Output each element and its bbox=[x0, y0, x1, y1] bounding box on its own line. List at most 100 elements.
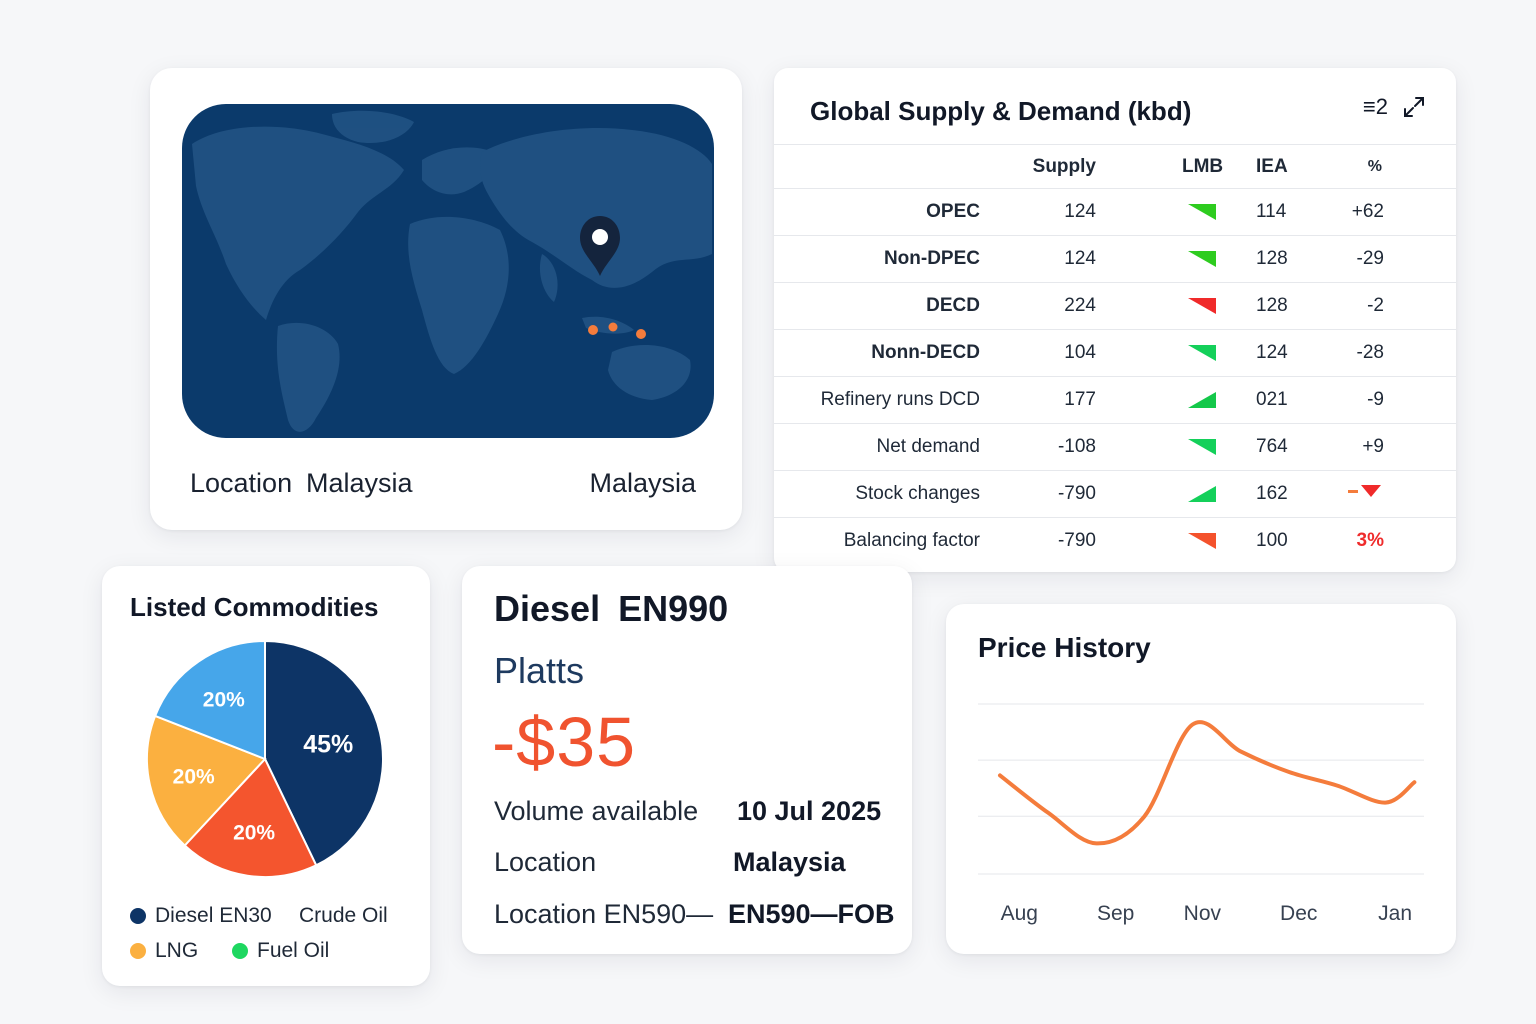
map-card: Location Malaysia Malaysia bbox=[150, 68, 742, 530]
diesel-quote-card: Diesel EN990 Platts -$35 Volume availabl… bbox=[462, 566, 912, 954]
row-percent: 3% bbox=[1356, 530, 1384, 551]
x-tick-label: Dec bbox=[1280, 902, 1317, 925]
row-supply: -790 bbox=[1057, 530, 1096, 551]
lmb-trend-icon bbox=[1186, 437, 1218, 457]
table-row[interactable]: Net demand -108 764 +9 bbox=[774, 423, 1456, 470]
commodities-pie-chart: 45% 20% 20% 20% bbox=[146, 640, 384, 878]
row-percent: +9 bbox=[1362, 436, 1384, 457]
pie-slice-label: 20% bbox=[203, 689, 245, 712]
delivery-location-value: EN590—FOB bbox=[728, 899, 895, 929]
column-header-percent[interactable]: % bbox=[1368, 158, 1382, 176]
pie-slice-label: 20% bbox=[233, 821, 275, 844]
row-supply: -790 bbox=[1057, 483, 1096, 504]
row-supply: -108 bbox=[1057, 436, 1096, 457]
location-value: Malaysia bbox=[306, 468, 413, 498]
legend-dot-fuel-oil bbox=[232, 943, 248, 959]
row-percent: -2 bbox=[1367, 295, 1384, 316]
port-dot[interactable] bbox=[636, 329, 646, 339]
commodities-title: Listed Commodities bbox=[130, 592, 379, 622]
supply-demand-table: Supply LMB IEA % OPEC 124 114 +62 Non-DPEC 12… bbox=[774, 144, 1456, 564]
table-row[interactable]: DECD 224 128 -2 bbox=[774, 282, 1456, 329]
x-tick-label: Sep bbox=[1097, 902, 1134, 925]
table-row[interactable]: Balancing factor -790 100 3% bbox=[774, 517, 1456, 564]
row-supply: 124 bbox=[1064, 248, 1096, 269]
row-name: OPEC bbox=[926, 201, 980, 222]
row-supply: 104 bbox=[1064, 342, 1096, 363]
row-percent: -9 bbox=[1367, 389, 1384, 410]
row-name: Refinery runs DCD bbox=[820, 389, 980, 410]
table-row[interactable]: Non-DPEC 124 128 -29 bbox=[774, 235, 1456, 282]
table-header-row: Supply LMB IEA % bbox=[774, 144, 1456, 188]
row-name: Balancing factor bbox=[843, 530, 980, 551]
legend-label-crude: Crude Oil bbox=[299, 904, 388, 927]
row-iea: 021 bbox=[1256, 389, 1288, 410]
product-title: Diesel EN990 bbox=[494, 588, 729, 629]
row-supply: 224 bbox=[1064, 295, 1096, 316]
commodities-card: Listed Commodities 45% 20% 20% 20% Diesel E… bbox=[102, 566, 430, 986]
expand-icon[interactable] bbox=[1402, 95, 1426, 119]
list-view-icon[interactable]: ≡2 bbox=[1363, 94, 1388, 120]
row-percent: -29 bbox=[1356, 248, 1384, 269]
lmb-trend-icon bbox=[1186, 343, 1218, 363]
x-tick-label: Jan bbox=[1378, 902, 1412, 925]
price-series-line[interactable] bbox=[998, 720, 1417, 846]
legend-label-diesel: Diesel EN30 bbox=[155, 904, 272, 927]
row-name: Nonn-DECD bbox=[871, 342, 980, 363]
legend-dot-diesel bbox=[130, 908, 146, 924]
location-value: Malaysia bbox=[733, 847, 846, 877]
legend-item-crude[interactable]: Crude Oil bbox=[299, 904, 388, 928]
legend-item-diesel[interactable]: Diesel EN30 bbox=[130, 904, 272, 928]
column-header-iea[interactable]: IEA bbox=[1256, 156, 1288, 178]
row-name: Non-DPEC bbox=[883, 248, 980, 269]
port-dot[interactable] bbox=[608, 322, 618, 332]
row-percent: +62 bbox=[1351, 201, 1384, 222]
lmb-trend-icon bbox=[1186, 390, 1218, 410]
table-body: OPEC 124 114 +62 Non-DPEC 124 128 -29 DECD 224 128… bbox=[774, 188, 1456, 564]
supply-demand-card: Global Supply & Demand (kbd) ≡2 Supply L… bbox=[774, 68, 1456, 572]
column-header-supply[interactable]: Supply bbox=[1033, 156, 1096, 178]
legend-label-fuel-oil: Fuel Oil bbox=[257, 939, 330, 962]
location-label: Location bbox=[494, 847, 597, 877]
row-percent: -28 bbox=[1356, 342, 1384, 363]
row-iea: 764 bbox=[1256, 436, 1288, 457]
price-value: -$35 bbox=[492, 703, 637, 781]
legend-dot-lng bbox=[130, 943, 146, 959]
price-source: Platts bbox=[494, 650, 585, 691]
lmb-trend-icon bbox=[1186, 531, 1218, 551]
lmb-trend-icon bbox=[1186, 484, 1218, 504]
supply-demand-title: Global Supply & Demand (kbd) bbox=[810, 96, 1192, 126]
port-dot[interactable] bbox=[588, 325, 598, 335]
volume-value: 10 Jul 2025 bbox=[737, 796, 882, 826]
pie-slice-label: 45% bbox=[303, 731, 353, 759]
card-actions: ≡2 bbox=[1363, 94, 1426, 120]
x-tick-label: Nov bbox=[1184, 902, 1222, 925]
price-history-chart[interactable]: Aug Sep Nov Dec Jan bbox=[946, 604, 1456, 954]
pie-slice-label: 20% bbox=[173, 765, 215, 788]
row-iea: 128 bbox=[1256, 248, 1288, 269]
volume-label: Volume available bbox=[494, 796, 699, 826]
location-label: Location bbox=[190, 468, 293, 498]
table-row[interactable]: Refinery runs DCD 177 021 -9 bbox=[774, 376, 1456, 423]
table-row[interactable]: OPEC 124 114 +62 bbox=[774, 188, 1456, 235]
table-row[interactable]: Stock changes -790 162 bbox=[774, 470, 1456, 517]
row-iea: 128 bbox=[1256, 295, 1288, 316]
lmb-trend-icon bbox=[1186, 202, 1218, 222]
legend-item-fuel-oil[interactable]: Fuel Oil bbox=[232, 939, 329, 963]
dash-down-triangle-icon bbox=[1348, 483, 1384, 505]
world-map[interactable] bbox=[182, 104, 714, 438]
lmb-trend-icon bbox=[1186, 296, 1218, 316]
row-iea: 114 bbox=[1256, 201, 1287, 222]
column-header-lmb[interactable]: LMB bbox=[1182, 156, 1223, 178]
delivery-location-label: Location EN590— bbox=[494, 899, 714, 929]
legend-label-lng: LNG bbox=[155, 939, 199, 962]
x-tick-label: Aug bbox=[1001, 902, 1038, 925]
price-history-card: Price History Aug Sep Nov Dec Jan bbox=[946, 604, 1456, 954]
world-map-graphic bbox=[192, 110, 712, 432]
row-name: Stock changes bbox=[855, 483, 980, 504]
row-name: DECD bbox=[926, 295, 980, 316]
location-secondary-value: Malaysia bbox=[589, 468, 696, 498]
row-name: Net demand bbox=[876, 436, 980, 457]
row-iea: 162 bbox=[1256, 483, 1288, 504]
legend-item-lng[interactable]: LNG bbox=[130, 939, 198, 963]
table-row[interactable]: Nonn-DECD 104 124 -28 bbox=[774, 329, 1456, 376]
